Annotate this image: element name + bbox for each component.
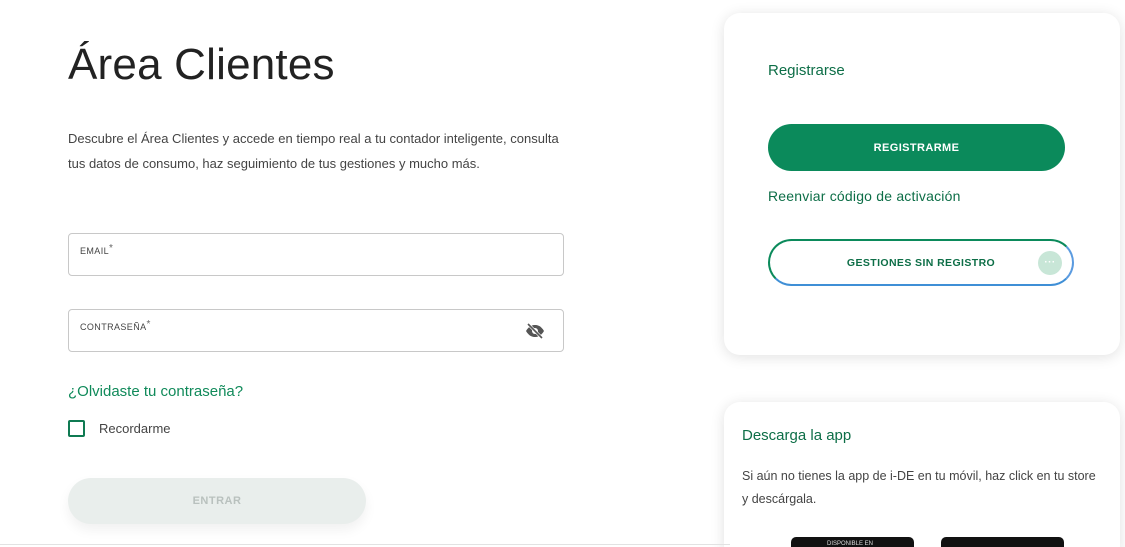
app-card: Descarga la app Si aún no tienes la app … — [724, 402, 1120, 547]
page-title: Área Clientes — [68, 40, 335, 89]
google-badge-text: DISPONIBLE EN — [827, 541, 874, 547]
resend-activation-link[interactable]: Reenviar código de activación — [768, 188, 961, 204]
register-card: Registrarse REGISTRARME Reenviar código … — [724, 13, 1120, 355]
hide-password-icon[interactable] — [525, 322, 545, 340]
register-title: Registrarse — [768, 62, 845, 79]
app-description: Si aún no tienes la app de i-DE en tu mó… — [742, 469, 1096, 506]
required-mark: * — [109, 243, 114, 254]
register-button[interactable]: REGISTRARME — [768, 124, 1065, 171]
intro-text: Descubre el Área Clientes y accede en ti… — [68, 131, 559, 171]
divider — [0, 544, 730, 545]
password-label: CONTRASEÑA * — [80, 319, 151, 332]
password-field[interactable]: CONTRASEÑA * — [68, 309, 564, 352]
forgot-password-link[interactable]: ¿Olvidaste tu contraseña? — [68, 383, 243, 400]
more-icon: ··· — [1038, 251, 1062, 275]
remember-label: Recordarme — [99, 421, 171, 436]
remember-checkbox[interactable] — [68, 420, 85, 437]
enter-button[interactable]: ENTRAR — [68, 478, 366, 524]
google-play-badge[interactable]: DISPONIBLE EN — [791, 537, 914, 547]
remember-me[interactable]: Recordarme — [68, 420, 171, 437]
app-title: Descarga la app — [742, 427, 852, 444]
email-field[interactable]: EMAIL * — [68, 233, 564, 276]
no-register-label: GESTIONES SIN REGISTRO — [846, 256, 996, 269]
required-mark: * — [146, 319, 151, 330]
no-register-button[interactable]: GESTIONES SIN REGISTRO ··· — [768, 239, 1074, 286]
email-label: EMAIL * — [80, 243, 114, 256]
app-store-badge[interactable] — [941, 537, 1064, 547]
